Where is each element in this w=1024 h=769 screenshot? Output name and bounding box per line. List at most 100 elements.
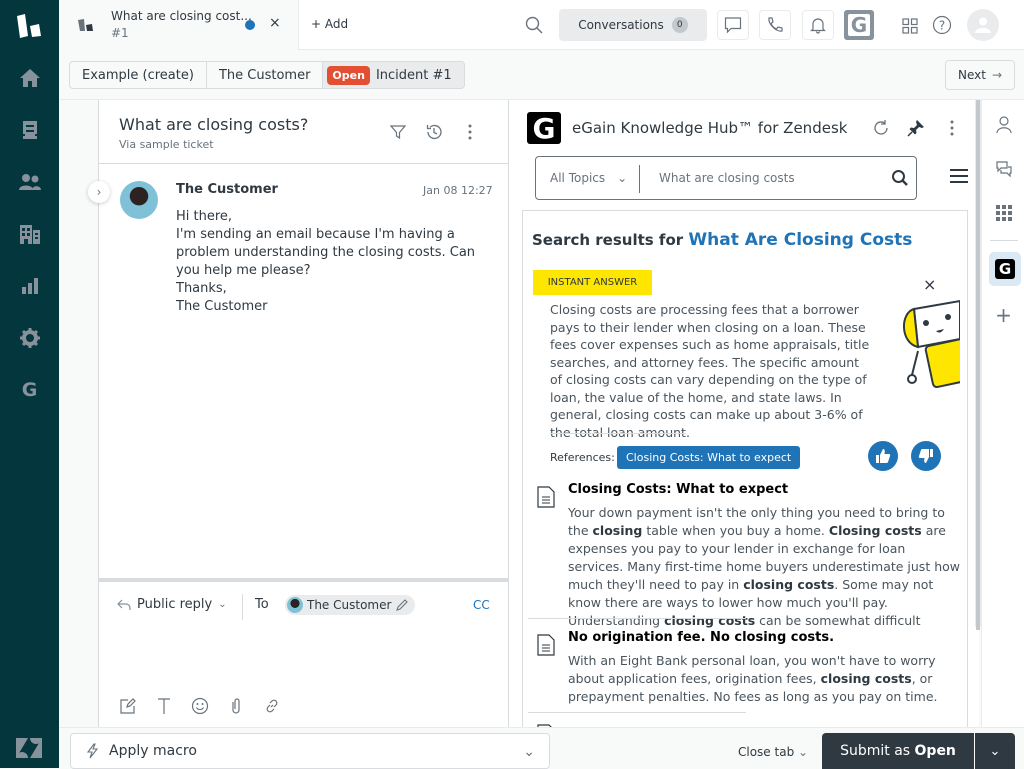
topic-selected: All Topics <box>550 171 606 185</box>
context-rail: G + <box>981 100 1024 727</box>
add-tab-button[interactable]: + Add <box>311 17 348 31</box>
message-body: Hi there, I'm sending an email because I… <box>176 208 496 316</box>
message-line: I'm sending an email because I'm having … <box>176 227 476 278</box>
thumbs-down-icon <box>918 449 933 463</box>
tab-title: What are closing cost... <box>111 9 252 23</box>
recipient-chip[interactable]: The Customer <box>285 595 416 615</box>
instant-answer-badge: INSTANT ANSWER <box>533 270 652 295</box>
reply-type-selector[interactable]: Public reply ⌄ <box>117 597 227 612</box>
chat-icon <box>724 17 742 34</box>
reply-textarea[interactable] <box>117 622 487 682</box>
text-format-icon[interactable] <box>155 697 173 715</box>
submit-options-button[interactable]: ⌄ <box>975 733 1015 769</box>
ticket-options-button[interactable] <box>460 122 480 142</box>
bottom-action-bar: Apply macro ⌄ Close tab ⌄ Submit as Open… <box>59 727 1024 769</box>
nav-customers[interactable] <box>0 162 59 202</box>
lightning-icon <box>86 743 99 759</box>
chevron-down-icon: ⌄ <box>617 171 628 185</box>
document-icon <box>537 634 555 656</box>
close-instant-answer-icon[interactable]: × <box>923 275 936 294</box>
submit-prefix: Submit as <box>840 743 915 759</box>
conversations-label: Conversations <box>578 18 664 32</box>
article-title[interactable]: Closing Costs: What to expect <box>568 482 788 497</box>
topic-dropdown[interactable]: All Topics ⌄ <box>550 171 627 185</box>
app-menu-icon[interactable] <box>950 120 954 136</box>
egain-icon: G <box>848 13 870 37</box>
plus-icon: + <box>995 303 1012 327</box>
notifications-button[interactable] <box>802 10 834 40</box>
chat-button[interactable] <box>717 10 749 40</box>
rail-apps[interactable] <box>982 198 1024 228</box>
help-icon[interactable]: ? <box>932 15 952 35</box>
cc-button[interactable]: CC <box>473 598 490 612</box>
apply-macro-dropdown[interactable]: Apply macro ⌄ <box>70 733 550 769</box>
highlight-term: closing costs <box>743 577 835 592</box>
nav-admin[interactable] <box>0 318 59 358</box>
breadcrumb-organization[interactable]: Example (create) <box>70 62 207 88</box>
rail-customer-context[interactable] <box>982 110 1024 140</box>
zendesk-logo-icon[interactable] <box>14 12 44 40</box>
breadcrumb-requester[interactable]: The Customer <box>207 62 324 88</box>
thumbs-up-button[interactable] <box>868 441 898 471</box>
article-title[interactable]: No origination fee. No closing costs. <box>568 630 834 645</box>
pin-icon[interactable] <box>907 119 925 137</box>
edit-pencil-icon[interactable] <box>395 598 409 612</box>
scrollbar-thumb[interactable] <box>976 100 980 630</box>
products-grid-icon[interactable] <box>902 18 918 34</box>
message-author[interactable]: The Customer <box>176 182 278 197</box>
link-icon[interactable] <box>263 697 281 715</box>
emoji-icon[interactable] <box>191 697 209 715</box>
search-icon[interactable] <box>891 169 909 187</box>
highlight-term: closing costs <box>664 613 756 628</box>
egain-topbar-button[interactable]: G <box>844 10 874 40</box>
tab-ticket-number: #1 <box>111 26 129 40</box>
message-line: Thanks, <box>176 281 227 296</box>
ticket-tab[interactable]: What are closing cost... #1 × <box>59 0 299 50</box>
nav-egain-app[interactable]: G <box>0 370 59 410</box>
hamburger-menu-icon[interactable] <box>950 168 968 184</box>
zendesk-ticket-icon <box>78 19 93 31</box>
main-nav: G <box>0 0 59 768</box>
compose-icon[interactable] <box>119 697 137 715</box>
nav-reporting[interactable] <box>0 266 59 306</box>
close-tab-icon[interactable]: × <box>269 15 281 31</box>
references-label: References: <box>550 451 615 464</box>
home-icon <box>19 69 40 87</box>
message-line: The Customer <box>176 299 268 314</box>
arrow-right-icon: → <box>991 68 1003 82</box>
nav-organizations[interactable] <box>0 214 59 254</box>
macro-label: Apply macro <box>109 743 197 759</box>
composer-toolbar <box>119 697 281 715</box>
nav-views[interactable] <box>0 110 59 150</box>
search-query-input[interactable]: What are closing costs <box>659 171 795 185</box>
expand-sidebar-button[interactable]: › <box>88 181 110 203</box>
refresh-icon[interactable] <box>872 119 890 137</box>
reporting-icon <box>21 278 38 294</box>
talk-button[interactable] <box>759 10 791 40</box>
rail-add-app[interactable]: + <box>982 300 1024 330</box>
divider <box>528 712 746 713</box>
close-tab-label: Close tab <box>738 745 795 759</box>
reply-arrow-icon <box>117 599 131 610</box>
chevron-down-icon: ⌄ <box>218 599 227 610</box>
nav-home[interactable] <box>0 58 59 98</box>
highlight-term: closing <box>592 523 643 538</box>
zendesk-z-icon[interactable] <box>16 738 43 758</box>
conversations-button[interactable]: Conversations 0 <box>559 9 707 41</box>
thumbs-down-button[interactable] <box>911 441 941 471</box>
divider <box>990 240 1018 241</box>
breadcrumb-ticket[interactable]: Open Incident #1 <box>323 62 464 88</box>
reference-link-button[interactable]: Closing Costs: What to expect <box>617 446 801 469</box>
attachment-icon[interactable] <box>227 697 245 715</box>
history-button[interactable] <box>424 122 444 142</box>
rail-interactions[interactable] <box>982 154 1024 184</box>
search-icon[interactable] <box>525 16 543 34</box>
filter-button[interactable] <box>388 122 408 142</box>
apps-grid-icon <box>995 205 1012 221</box>
close-tab-dropdown[interactable]: Close tab ⌄ <box>738 745 808 759</box>
submit-button[interactable]: Submit as Open <box>822 733 974 769</box>
egain-app-pane: G eGain Knowledge Hub™ for Zendesk All T… <box>509 100 979 730</box>
next-ticket-button[interactable]: Next → <box>945 60 1015 90</box>
user-avatar-button[interactable] <box>967 9 999 41</box>
rail-egain-app[interactable]: G <box>989 252 1021 286</box>
